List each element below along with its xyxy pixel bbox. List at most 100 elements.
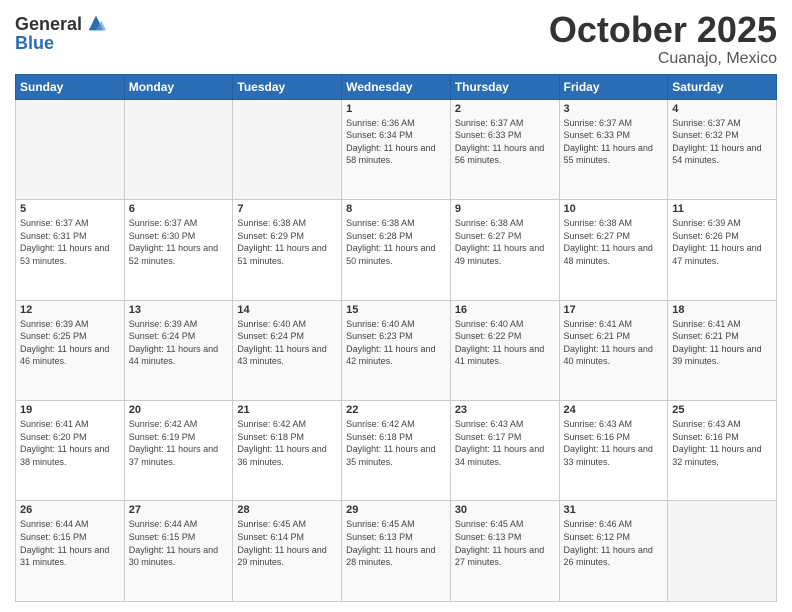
day-number: 15 bbox=[346, 304, 446, 316]
calendar-week-4: 19 Sunrise: 6:41 AMSunset: 6:20 PMDayligh… bbox=[16, 401, 777, 501]
day-info: Sunrise: 6:39 AMSunset: 6:25 PMDaylight:… bbox=[20, 318, 120, 368]
calendar-cell: 27 Sunrise: 6:44 AMSunset: 6:15 PMDayligh… bbox=[124, 501, 233, 602]
day-number: 16 bbox=[455, 304, 555, 316]
day-info: Sunrise: 6:40 AMSunset: 6:24 PMDaylight:… bbox=[237, 318, 337, 368]
day-header-saturday: Saturday bbox=[668, 74, 777, 99]
logo-icon bbox=[85, 12, 107, 34]
day-number: 19 bbox=[20, 404, 120, 416]
day-info: Sunrise: 6:41 AMSunset: 6:21 PMDaylight:… bbox=[564, 318, 664, 368]
day-header-wednesday: Wednesday bbox=[342, 74, 451, 99]
day-number: 20 bbox=[129, 404, 229, 416]
day-number: 23 bbox=[455, 404, 555, 416]
day-info: Sunrise: 6:44 AMSunset: 6:15 PMDaylight:… bbox=[129, 518, 229, 568]
day-number: 26 bbox=[20, 504, 120, 516]
calendar-cell: 14 Sunrise: 6:40 AMSunset: 6:24 PMDayligh… bbox=[233, 300, 342, 400]
day-header-sunday: Sunday bbox=[16, 74, 125, 99]
calendar-week-5: 26 Sunrise: 6:44 AMSunset: 6:15 PMDayligh… bbox=[16, 501, 777, 602]
day-info: Sunrise: 6:37 AMSunset: 6:33 PMDaylight:… bbox=[564, 117, 664, 167]
day-number: 1 bbox=[346, 103, 446, 115]
day-number: 21 bbox=[237, 404, 337, 416]
calendar-cell: 13Sunrise: 6:39 AMSunset: 6:24 PMDayligh… bbox=[124, 300, 233, 400]
day-info: Sunrise: 6:42 AMSunset: 6:19 PMDaylight:… bbox=[129, 418, 229, 468]
day-number: 29 bbox=[346, 504, 446, 516]
day-number: 14 bbox=[237, 304, 337, 316]
day-number: 22 bbox=[346, 404, 446, 416]
calendar-cell: 18 Sunrise: 6:41 AMSunset: 6:21 PMDayligh… bbox=[668, 300, 777, 400]
day-info: Sunrise: 6:43 AMSunset: 6:16 PMDaylight:… bbox=[672, 418, 772, 468]
logo-blue: Blue bbox=[15, 34, 107, 52]
day-info: Sunrise: 6:41 AMSunset: 6:21 PMDaylight:… bbox=[672, 318, 772, 368]
location-title: Cuanajo, Mexico bbox=[549, 50, 777, 68]
calendar-cell: 31Sunrise: 6:46 AMSunset: 6:12 PMDayligh… bbox=[559, 501, 668, 602]
day-number: 28 bbox=[237, 504, 337, 516]
day-header-thursday: Thursday bbox=[450, 74, 559, 99]
calendar-cell bbox=[233, 99, 342, 199]
calendar-week-1: 1 Sunrise: 6:36 AMSunset: 6:34 PMDaylight… bbox=[16, 99, 777, 199]
day-info: Sunrise: 6:42 AMSunset: 6:18 PMDaylight:… bbox=[346, 418, 446, 468]
calendar-cell: 2 Sunrise: 6:37 AMSunset: 6:33 PMDaylight… bbox=[450, 99, 559, 199]
calendar-cell: 9Sunrise: 6:38 AMSunset: 6:27 PMDaylight… bbox=[450, 200, 559, 300]
day-info: Sunrise: 6:39 AMSunset: 6:24 PMDaylight:… bbox=[129, 318, 229, 368]
calendar-cell: 20 Sunrise: 6:42 AMSunset: 6:19 PMDayligh… bbox=[124, 401, 233, 501]
day-header-tuesday: Tuesday bbox=[233, 74, 342, 99]
day-info: Sunrise: 6:45 AMSunset: 6:13 PMDaylight:… bbox=[455, 518, 555, 568]
day-header-monday: Monday bbox=[124, 74, 233, 99]
day-number: 27 bbox=[129, 504, 229, 516]
day-info: Sunrise: 6:43 AMSunset: 6:16 PMDaylight:… bbox=[564, 418, 664, 468]
calendar-cell bbox=[124, 99, 233, 199]
calendar-cell bbox=[668, 501, 777, 602]
calendar-cell: 12 Sunrise: 6:39 AMSunset: 6:25 PMDayligh… bbox=[16, 300, 125, 400]
day-info: Sunrise: 6:42 AMSunset: 6:18 PMDaylight:… bbox=[237, 418, 337, 468]
day-info: Sunrise: 6:37 AMSunset: 6:33 PMDaylight:… bbox=[455, 117, 555, 167]
day-header-friday: Friday bbox=[559, 74, 668, 99]
calendar-cell: 28 Sunrise: 6:45 AMSunset: 6:14 PMDayligh… bbox=[233, 501, 342, 602]
day-number: 2 bbox=[455, 103, 555, 115]
day-number: 3 bbox=[564, 103, 664, 115]
day-info: Sunrise: 6:38 AMSunset: 6:29 PMDaylight:… bbox=[237, 217, 337, 267]
day-info: Sunrise: 6:40 AMSunset: 6:23 PMDaylight:… bbox=[346, 318, 446, 368]
page: General Blue October 2025 Cuanajo, Mexic… bbox=[0, 0, 792, 612]
day-info: Sunrise: 6:45 AMSunset: 6:14 PMDaylight:… bbox=[237, 518, 337, 568]
day-number: 9 bbox=[455, 203, 555, 215]
calendar-table: SundayMondayTuesdayWednesdayThursdayFrid… bbox=[15, 74, 777, 602]
day-number: 31 bbox=[564, 504, 664, 516]
calendar-cell: 16Sunrise: 6:40 AMSunset: 6:22 PMDayligh… bbox=[450, 300, 559, 400]
day-number: 4 bbox=[672, 103, 772, 115]
calendar-week-2: 5 Sunrise: 6:37 AMSunset: 6:31 PMDaylight… bbox=[16, 200, 777, 300]
day-number: 18 bbox=[672, 304, 772, 316]
calendar-cell: 1 Sunrise: 6:36 AMSunset: 6:34 PMDaylight… bbox=[342, 99, 451, 199]
calendar-cell: 21 Sunrise: 6:42 AMSunset: 6:18 PMDayligh… bbox=[233, 401, 342, 501]
day-info: Sunrise: 6:37 AMSunset: 6:31 PMDaylight:… bbox=[20, 217, 120, 267]
day-info: Sunrise: 6:37 AMSunset: 6:30 PMDaylight:… bbox=[129, 217, 229, 267]
day-number: 24 bbox=[564, 404, 664, 416]
day-info: Sunrise: 6:36 AMSunset: 6:34 PMDaylight:… bbox=[346, 117, 446, 167]
calendar-cell: 17 Sunrise: 6:41 AMSunset: 6:21 PMDayligh… bbox=[559, 300, 668, 400]
day-info: Sunrise: 6:45 AMSunset: 6:13 PMDaylight:… bbox=[346, 518, 446, 568]
calendar-cell: 5 Sunrise: 6:37 AMSunset: 6:31 PMDaylight… bbox=[16, 200, 125, 300]
calendar-cell: 6 Sunrise: 6:37 AMSunset: 6:30 PMDaylight… bbox=[124, 200, 233, 300]
day-number: 5 bbox=[20, 203, 120, 215]
calendar-cell: 15 Sunrise: 6:40 AMSunset: 6:23 PMDayligh… bbox=[342, 300, 451, 400]
day-number: 12 bbox=[20, 304, 120, 316]
day-info: Sunrise: 6:41 AMSunset: 6:20 PMDaylight:… bbox=[20, 418, 120, 468]
day-number: 6 bbox=[129, 203, 229, 215]
calendar-cell: 22 Sunrise: 6:42 AMSunset: 6:18 PMDayligh… bbox=[342, 401, 451, 501]
day-number: 30 bbox=[455, 504, 555, 516]
day-number: 10 bbox=[564, 203, 664, 215]
logo-general: General bbox=[15, 15, 82, 33]
day-number: 17 bbox=[564, 304, 664, 316]
day-info: Sunrise: 6:39 AMSunset: 6:26 PMDaylight:… bbox=[672, 217, 772, 267]
calendar-cell: 29 Sunrise: 6:45 AMSunset: 6:13 PMDayligh… bbox=[342, 501, 451, 602]
calendar-cell: 25Sunrise: 6:43 AMSunset: 6:16 PMDayligh… bbox=[668, 401, 777, 501]
calendar-cell: 26Sunrise: 6:44 AMSunset: 6:15 PMDayligh… bbox=[16, 501, 125, 602]
title-section: October 2025 Cuanajo, Mexico bbox=[549, 10, 777, 68]
calendar-cell: 30 Sunrise: 6:45 AMSunset: 6:13 PMDayligh… bbox=[450, 501, 559, 602]
calendar-cell bbox=[16, 99, 125, 199]
calendar-cell: 10Sunrise: 6:38 AMSunset: 6:27 PMDayligh… bbox=[559, 200, 668, 300]
calendar-cell: 19 Sunrise: 6:41 AMSunset: 6:20 PMDayligh… bbox=[16, 401, 125, 501]
month-title: October 2025 bbox=[549, 10, 777, 50]
day-number: 11 bbox=[672, 203, 772, 215]
calendar-header-row: SundayMondayTuesdayWednesdayThursdayFrid… bbox=[16, 74, 777, 99]
day-info: Sunrise: 6:38 AMSunset: 6:28 PMDaylight:… bbox=[346, 217, 446, 267]
calendar-cell: 3 Sunrise: 6:37 AMSunset: 6:33 PMDaylight… bbox=[559, 99, 668, 199]
